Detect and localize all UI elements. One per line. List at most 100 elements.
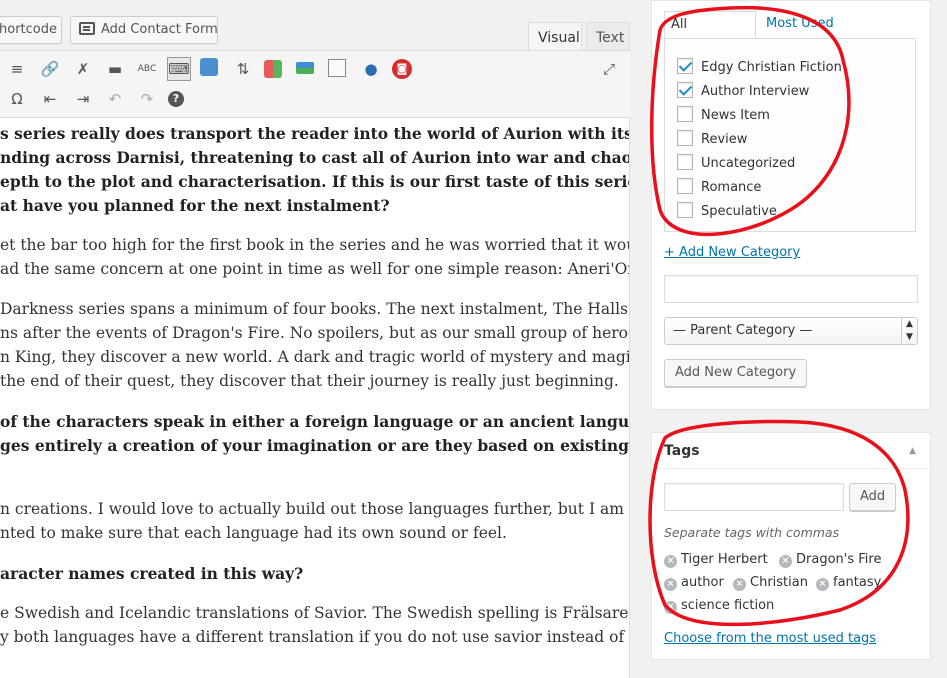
choose-most-used-tags-link[interactable]: Choose from the most used tags	[664, 631, 876, 646]
tag-item: × science fiction	[664, 598, 774, 614]
category-item[interactable]: Uncategorized	[677, 154, 795, 172]
tags-box-header[interactable]: Tags ▲	[652, 433, 930, 469]
remove-tag-icon[interactable]: ×	[779, 555, 792, 568]
category-checkbox[interactable]	[677, 58, 693, 74]
form-icon	[79, 22, 95, 35]
parent-category-select[interactable]: — Parent Category — ▲ ▼	[664, 317, 918, 345]
remove-tag-icon[interactable]: ×	[664, 555, 677, 568]
category-item[interactable]: News Item	[677, 106, 770, 124]
tag-item: × Christian	[733, 575, 808, 591]
content-line: nding across Darnisi, threatening to cas…	[0, 148, 630, 167]
content-line: at have you planned for the next instalm…	[0, 196, 390, 215]
content-line: s series really does transport the reade…	[0, 124, 630, 143]
fullscreen-icon[interactable]: ⤢	[598, 58, 620, 80]
redo-icon[interactable]: ↷	[136, 88, 158, 110]
category-checkbox[interactable]	[677, 82, 693, 98]
link-icon[interactable]: 🔗	[39, 58, 61, 80]
category-label: Review	[701, 132, 748, 147]
add-new-category-link[interactable]: + Add New Category	[664, 245, 800, 260]
content-line: n creations. I would love to actually bu…	[0, 500, 630, 518]
tag-label: author	[681, 575, 724, 590]
content-line: y both languages have a different transl…	[0, 628, 630, 646]
content-line: Darkness series spans a minimum of four …	[0, 300, 630, 318]
category-label: Uncategorized	[701, 156, 796, 171]
remove-tag-icon[interactable]: ×	[664, 601, 677, 614]
editor-content-area[interactable]: s series really does transport the reade…	[0, 118, 630, 678]
category-checklist: Edgy Christian Fiction Author Interview Ne…	[664, 38, 916, 232]
tag-label: Christian	[750, 575, 808, 590]
remove-tag-icon[interactable]: ×	[664, 578, 677, 591]
category-label: Author Interview	[701, 84, 810, 99]
collapse-arrow-icon[interactable]: ▲	[909, 433, 916, 469]
editor-header: hortcode Add Contact Form Visual Text ≡ …	[0, 0, 630, 118]
outdent-icon[interactable]: ⇤	[39, 88, 61, 110]
tab-text[interactable]: Text	[586, 22, 630, 52]
document-icon[interactable]	[328, 59, 346, 77]
help-icon[interactable]: ?	[168, 91, 184, 107]
content-line: the end of their quest, they discover th…	[0, 372, 619, 390]
upload-icon[interactable]: ⇅	[232, 58, 254, 80]
category-item[interactable]: Author Interview	[677, 82, 809, 100]
tag-item: × Tiger Herbert	[664, 552, 768, 568]
content-line: n King, they discover a new world. A dar…	[0, 348, 630, 366]
content-line: ad the same concern at one point in time…	[0, 260, 630, 278]
add-contact-form-button[interactable]: Add Contact Form	[70, 16, 218, 44]
category-checkbox[interactable]	[677, 178, 693, 194]
tab-most-used[interactable]: Most Used	[760, 11, 840, 37]
content-line: et the bar too high for the first book i…	[0, 236, 630, 254]
undo-icon[interactable]: ↶	[104, 88, 126, 110]
toolbar-toggle-icon[interactable]: ⌨	[167, 57, 191, 81]
add-contact-form-label: Add Contact Form	[101, 22, 218, 37]
special-character-icon[interactable]: Ω	[6, 88, 28, 110]
tags-box: Tags ▲ Add Separate tags with commas × Tig…	[651, 432, 931, 660]
content-line: e Swedish and Icelandic translations of …	[0, 604, 630, 622]
tag-label: Tiger Herbert	[681, 552, 768, 567]
tag-label: Dragon's Fire	[796, 552, 882, 567]
category-checkbox[interactable]	[677, 106, 693, 122]
content-line: nted to make sure that each language had…	[0, 524, 507, 542]
category-item[interactable]: Romance	[677, 178, 761, 196]
category-item[interactable]: Review	[677, 130, 747, 148]
select-arrows-icon: ▲ ▼	[901, 318, 917, 344]
remove-tag-icon[interactable]: ×	[733, 578, 746, 591]
align-list-icon[interactable]: ≡	[6, 58, 28, 80]
tags-title: Tags	[664, 443, 700, 459]
spellcheck-icon[interactable]: ABC	[136, 58, 158, 80]
gallery-icon[interactable]	[264, 60, 282, 78]
category-item[interactable]: Speculative	[677, 202, 777, 220]
tag-item: × Dragon's Fire	[779, 552, 881, 568]
parent-category-value: — Parent Category —	[673, 323, 813, 338]
category-label: News Item	[701, 108, 770, 123]
user-icon[interactable]: ●	[360, 58, 382, 80]
content-line: aracter names created in this way?	[0, 564, 304, 583]
tags-hint: Separate tags with commas	[664, 525, 840, 540]
category-label: Romance	[701, 180, 762, 195]
insert-more-icon[interactable]: ▬	[104, 58, 126, 80]
category-item[interactable]: Edgy Christian Fiction	[677, 58, 842, 76]
content-line: of the characters speak in either a fore…	[0, 412, 630, 431]
category-checkbox[interactable]	[677, 154, 693, 170]
shortcode-button[interactable]: hortcode	[0, 16, 62, 44]
categories-box: All Categories Most Used Edgy Christian …	[651, 0, 931, 410]
tab-visual[interactable]: Visual	[528, 22, 582, 52]
content-line: ges entirely a creation of your imaginat…	[0, 436, 629, 455]
indent-icon[interactable]: ⇥	[72, 88, 94, 110]
content-line: epth to the plot and characterisation. I…	[0, 172, 630, 191]
shortcode-button-label: hortcode	[0, 22, 57, 37]
tag-item: × author	[664, 575, 724, 591]
remove-tag-icon[interactable]: ×	[816, 578, 829, 591]
unlink-icon[interactable]: ✗	[72, 58, 94, 80]
category-label: Speculative	[701, 204, 777, 219]
category-checkbox[interactable]	[677, 130, 693, 146]
content-line: ns after the events of Dragon's Fire. No…	[0, 324, 630, 342]
category-label: Edgy Christian Fiction	[701, 60, 842, 75]
add-tag-button[interactable]: Add	[849, 483, 897, 511]
category-checkbox[interactable]	[677, 202, 693, 218]
media-icon[interactable]	[200, 58, 218, 76]
slider-icon[interactable]	[296, 62, 314, 74]
editor-toolbar: ≡ 🔗 ✗ ▬ ABC ⌨ ⇅ ● ◙ ⤢ Ω ⇤ ⇥ ↶ ↷ ?	[0, 50, 630, 118]
add-new-category-button[interactable]: Add New Category	[664, 359, 808, 387]
rss-icon[interactable]: ◙	[392, 59, 412, 79]
new-tag-input[interactable]	[664, 483, 844, 511]
new-category-input[interactable]	[664, 275, 918, 303]
